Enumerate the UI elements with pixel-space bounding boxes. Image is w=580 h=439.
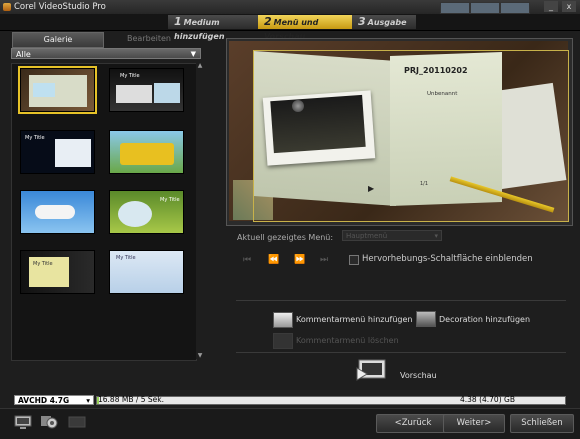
chevron-down-icon: ▼ xyxy=(190,50,196,58)
current-menu-label: Aktuell gezeigtes Menü: xyxy=(237,233,334,242)
template-thumbnail[interactable]: My Title xyxy=(109,190,184,234)
template-thumbnail[interactable]: My Title xyxy=(109,250,184,294)
add-decoration-icon[interactable] xyxy=(416,311,436,327)
thumbnail-label: My Title xyxy=(116,255,136,261)
close-window-button[interactable]: x xyxy=(562,1,576,12)
taskbar-thumbnail xyxy=(470,2,500,14)
back-button[interactable]: <Zurück xyxy=(376,414,450,433)
preview-play-icon[interactable] xyxy=(355,358,391,384)
delete-submenu-button: Kommentarmenü löschen xyxy=(296,336,399,345)
disc-format-select[interactable]: AVCHD 4.7G ▾ xyxy=(14,395,94,405)
disc-format-value: AVCHD 4.7G xyxy=(18,396,70,405)
tab-gallery[interactable]: Galerie xyxy=(12,32,104,48)
thumbnail-label: My Title xyxy=(120,73,140,79)
divider xyxy=(236,300,566,301)
last-page-icon[interactable]: ⏭ xyxy=(320,255,328,265)
next-button[interactable]: Weiter> xyxy=(443,414,505,433)
step-menu-preview[interactable]: 2 Menü und Vorschau xyxy=(258,15,362,41)
scroll-up-icon[interactable]: ▲ xyxy=(196,62,204,70)
current-menu-value: Hauptmenü xyxy=(346,232,388,240)
template-thumbnail[interactable]: My Title xyxy=(20,250,95,294)
template-thumbnail[interactable] xyxy=(18,66,97,114)
template-thumbnail[interactable]: My Title xyxy=(109,68,184,112)
disk-used-text: 16.88 MB / 5 Sek. xyxy=(98,395,165,404)
next-page-icon[interactable]: ⏩ xyxy=(294,255,305,265)
scroll-down-icon[interactable]: ▼ xyxy=(196,352,204,360)
add-submenu-button[interactable]: Kommentarmenü hinzufügen xyxy=(296,315,413,324)
step-number: 1 xyxy=(174,15,182,28)
gallery-scrollbar[interactable] xyxy=(196,63,204,359)
chevron-down-icon: ▾ xyxy=(434,232,438,240)
project-settings-icon[interactable] xyxy=(14,414,32,430)
window-title: Corel VideoStudio Pro xyxy=(14,2,106,12)
taskbar-thumbnail xyxy=(500,2,530,14)
disk-total-text: 4.38 (4.70) GB xyxy=(460,395,515,404)
minimize-button[interactable]: _ xyxy=(544,1,558,12)
step-add-media[interactable]: 1 Medium hinzufügen xyxy=(168,15,268,41)
delete-submenu-icon xyxy=(273,333,293,349)
taskbar-thumbnail xyxy=(440,2,470,14)
step-label: Ausgabe xyxy=(367,18,407,27)
divider xyxy=(236,352,566,353)
disc-info-icon xyxy=(68,416,86,428)
step-number: 3 xyxy=(358,15,366,28)
highlight-button-checkbox[interactable] xyxy=(349,255,359,265)
template-thumbnail[interactable] xyxy=(109,130,184,174)
step-output[interactable]: 3 Ausgabe xyxy=(352,15,416,29)
add-submenu-icon[interactable] xyxy=(273,312,293,328)
prev-page-icon[interactable]: ⏪ xyxy=(268,255,279,265)
gallery-filter-select[interactable]: Alle ▼ xyxy=(11,48,201,59)
thumbnail-label: My Title xyxy=(33,261,53,267)
filter-value: Alle xyxy=(16,50,31,59)
thumbnail-label: My Title xyxy=(160,197,180,203)
step-number: 2 xyxy=(264,15,272,28)
add-decoration-button[interactable]: Decoration hinzufügen xyxy=(439,315,530,324)
template-thumbnail[interactable]: My Title xyxy=(20,130,95,174)
chevron-down-icon: ▾ xyxy=(86,396,90,405)
safe-area-frame xyxy=(253,50,569,222)
first-page-icon[interactable]: ⏮ xyxy=(243,255,251,265)
highlight-button-label: Hervorhebungs-Schaltfläche einblenden xyxy=(362,254,533,264)
preview-button[interactable]: Vorschau xyxy=(400,371,437,380)
settings-gear-icon[interactable] xyxy=(40,414,58,430)
tab-edit[interactable]: Bearbeiten xyxy=(104,32,194,46)
close-button[interactable]: Schließen xyxy=(510,414,574,433)
app-icon xyxy=(3,3,11,11)
thumbnail-label: My Title xyxy=(25,135,45,141)
current-menu-select[interactable]: Hauptmenü ▾ xyxy=(342,230,442,241)
template-thumbnail[interactable] xyxy=(20,190,95,234)
